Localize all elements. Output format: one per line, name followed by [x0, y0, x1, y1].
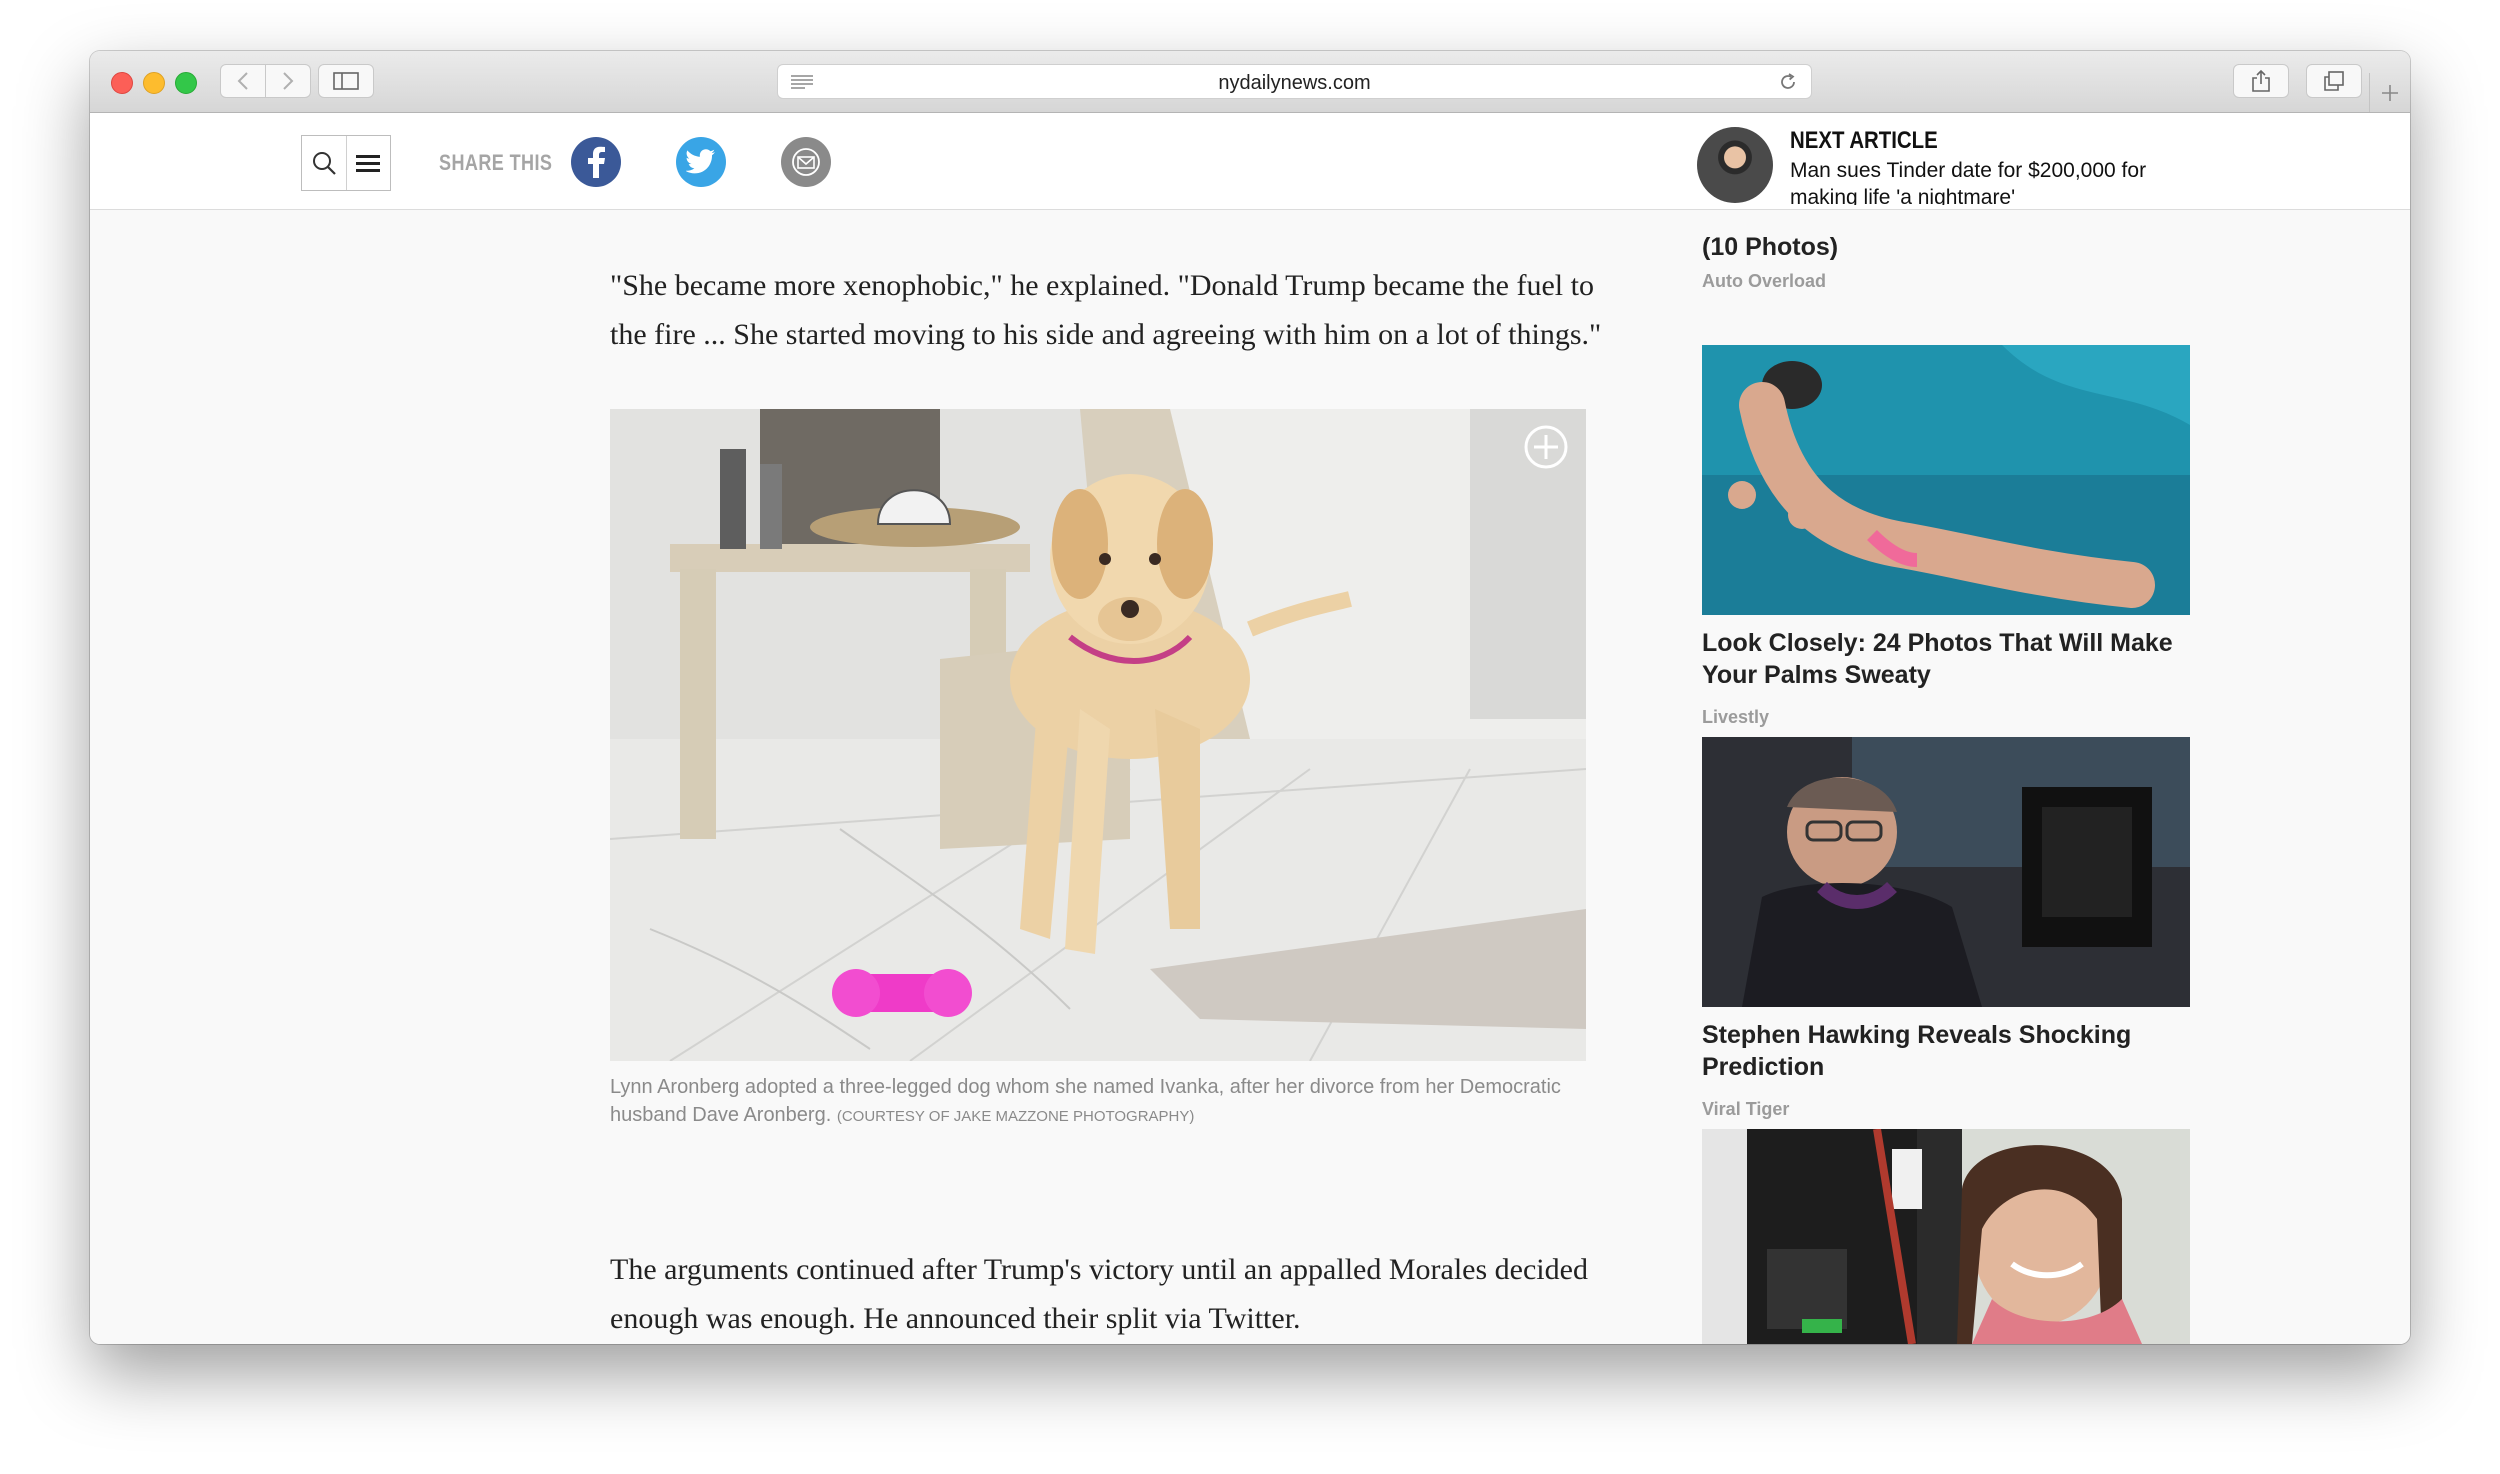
site-header: SHARE THIS NEXT ARTICLE Man sues Tinder …	[90, 113, 2410, 210]
zoom-window-button[interactable]	[175, 72, 197, 94]
header-tools	[301, 135, 391, 191]
sidebar-item-image[interactable]	[1702, 1129, 2190, 1344]
hamburger-menu-icon	[356, 155, 381, 172]
chevron-right-icon	[283, 72, 294, 90]
sidebar-item-source: Viral Tiger	[1702, 1099, 1790, 1119]
menu-button[interactable]	[347, 136, 391, 190]
browser-toolbar: nydailynews.com	[90, 51, 2410, 113]
person-photo	[1702, 737, 2190, 1007]
facebook-icon	[588, 146, 605, 178]
minimize-window-button[interactable]	[143, 72, 165, 94]
article-paragraph: "She became more xenophobic," he explain…	[610, 269, 1602, 351]
email-share-button[interactable]	[781, 137, 831, 187]
sidebar-item-image[interactable]	[1702, 345, 2190, 615]
sidebar-item-title[interactable]: Look Closely: 24 Photos That Will Make Y…	[1702, 627, 2190, 691]
browser-window: nydailynews.com "She became more xenopho…	[90, 51, 2410, 1344]
share-icon	[2252, 69, 2270, 92]
photo-credit: (COURTESY OF JAKE MAZZONE PHOTOGRAPHY)	[836, 1108, 1195, 1125]
article-paragraph: The arguments continued after Trump's vi…	[610, 1253, 1588, 1335]
gas-pump-photo	[1702, 1129, 2190, 1344]
plus-icon	[2382, 84, 2398, 101]
search-button[interactable]	[302, 136, 347, 190]
next-article-thumbnail[interactable]	[1697, 127, 1773, 203]
underwater-photo	[1702, 345, 2190, 615]
sidebar-item-source: Livestly	[1702, 707, 1770, 727]
sidebar-icon	[333, 72, 359, 90]
share-label: SHARE THIS	[439, 150, 553, 175]
close-window-button[interactable]	[111, 72, 133, 94]
next-article-label: NEXT ARTICLE	[1790, 127, 1938, 154]
twitter-share-button[interactable]	[676, 137, 726, 187]
email-icon	[792, 148, 820, 176]
expand-photo-icon[interactable]	[1524, 425, 1568, 469]
facebook-share-button[interactable]	[571, 137, 621, 187]
sidebar-toggle-button[interactable]	[318, 64, 374, 98]
sidebar-item-title[interactable]: (10 Photos)	[1702, 233, 1838, 262]
url-text: nydailynews.com	[1218, 72, 1371, 94]
page-content: "She became more xenophobic," he explain…	[90, 113, 2410, 1344]
chevron-left-icon	[237, 72, 248, 90]
new-tab-button[interactable]	[2369, 73, 2410, 112]
address-bar[interactable]: nydailynews.com	[777, 64, 1812, 99]
sidebar-item-title[interactable]: Stephen Hawking Reveals Shocking Predict…	[1702, 1019, 2190, 1083]
reload-icon[interactable]	[1777, 71, 1799, 93]
tabs-icon	[2324, 71, 2344, 91]
share-button[interactable]	[2233, 64, 2289, 98]
article-photo[interactable]	[610, 409, 1586, 1061]
show-tabs-button[interactable]	[2306, 64, 2362, 98]
dog-photo-illustration	[610, 409, 1586, 1061]
back-button[interactable]	[220, 64, 266, 98]
sidebar-item-image[interactable]	[1702, 737, 2190, 1007]
next-article-link[interactable]: Man sues Tinder date for $200,000 for ma…	[1790, 157, 2210, 205]
sidebar-item-source: Auto Overload	[1702, 271, 1827, 291]
twitter-icon	[686, 149, 715, 174]
forward-button[interactable]	[265, 64, 311, 98]
photo-caption: Lynn Aronberg adopted a three-legged dog…	[610, 1073, 1570, 1131]
search-icon	[312, 152, 336, 175]
